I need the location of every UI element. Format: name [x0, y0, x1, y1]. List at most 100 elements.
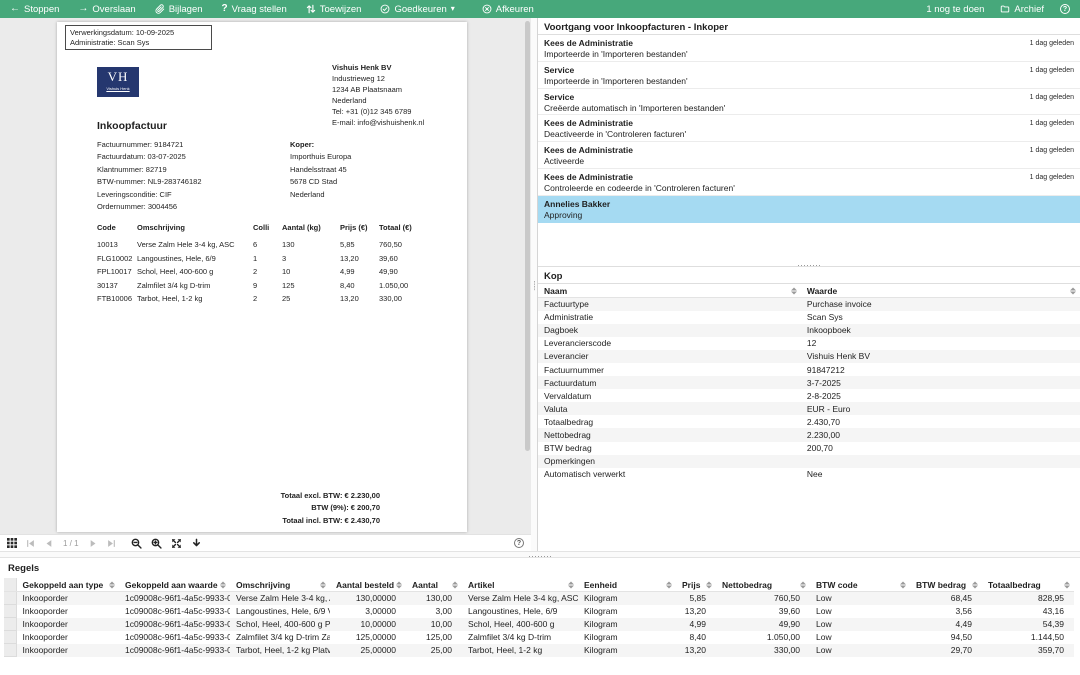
row-selector[interactable] — [4, 644, 16, 657]
zoom-out-icon[interactable] — [131, 538, 142, 549]
kop-section: Kop Naam Waarde Factuurtype Purchase inv… — [538, 266, 1080, 551]
regels-column-header[interactable]: BTW bedrag — [910, 578, 982, 592]
kop-row[interactable]: Factuurtype Purchase invoice — [538, 298, 1080, 311]
scrollbar-thumb[interactable] — [525, 21, 530, 451]
cell-gekoppeld-type: Inkooporder — [16, 644, 119, 657]
sort-icon — [1070, 287, 1076, 294]
overslaan-button[interactable]: Overslaan — [78, 4, 135, 15]
bijlagen-button[interactable]: Bijlagen — [155, 4, 203, 15]
regels-row[interactable]: Inkooporder 1c09008c-96f1-4a5c-9933-019…… — [4, 592, 1074, 605]
kop-row[interactable]: Nettobedrag 2.230,00 — [538, 428, 1080, 441]
cell-aantal: 3,00 — [406, 605, 462, 618]
regels-column-label: BTW bedrag — [916, 580, 966, 590]
archief-button[interactable]: Archief — [1000, 4, 1044, 15]
kop-row[interactable]: Vervaldatum 2-8-2025 — [538, 389, 1080, 402]
regels-row[interactable]: Inkooporder 1c09008c-96f1-4a5c-9933-019…… — [4, 644, 1074, 657]
chevron-down-icon[interactable] — [451, 4, 455, 14]
regels-column-label: Gekoppeld aan waarde — [125, 580, 218, 590]
right-panel: Voortgang voor Inkoopfacturen - Inkoper … — [537, 18, 1080, 551]
cell-artikel: Tarbot, Heel, 1-2 kg — [462, 644, 578, 657]
next-page-icon[interactable] — [89, 539, 98, 548]
supplier-line: Nederland — [332, 95, 424, 106]
regels-row[interactable]: Inkooporder 1c09008c-96f1-4a5c-9933-019…… — [4, 618, 1074, 631]
regels-column-header[interactable]: Gekoppeld aan waarde — [119, 578, 230, 592]
row-selector[interactable] — [4, 618, 16, 631]
regels-column-header[interactable]: Eenheid — [578, 578, 676, 592]
kop-cell-naam: Vervaldatum — [538, 389, 801, 402]
row-selector[interactable] — [4, 592, 16, 605]
cell-btw-code: Low — [810, 592, 910, 605]
cell-totaal: 49,90 — [379, 265, 449, 279]
kop-row[interactable]: Opmerkingen — [538, 455, 1080, 468]
col-prijs: Prijs (€) — [340, 223, 379, 238]
row-selector[interactable] — [4, 605, 16, 618]
toewijzen-button[interactable]: Toewijzen — [306, 4, 362, 15]
cell-gekoppeld-waarde: 1c09008c-96f1-4a5c-9933-019… — [119, 592, 230, 605]
kop-row[interactable]: Leverancierscode 12 — [538, 337, 1080, 350]
kop-row[interactable]: Factuurnummer 91847212 — [538, 363, 1080, 376]
kop-row[interactable]: Totaalbedrag 2.430,70 — [538, 415, 1080, 428]
last-page-icon[interactable] — [107, 539, 116, 548]
first-page-icon[interactable] — [26, 539, 35, 548]
cell-omschrijving: Langoustines, Hele, 6/9 — [137, 252, 253, 266]
regels-column-header[interactable]: BTW code — [810, 578, 910, 592]
todo-count-badge: 1 nog te doen — [926, 4, 984, 15]
verwerkingsdatum-text: Verwerkingsdatum: 10-09-2025 — [70, 28, 207, 38]
cell-btw-code: Low — [810, 631, 910, 644]
paperclip-icon — [155, 4, 165, 14]
stoppen-button[interactable]: Stoppen — [10, 4, 59, 15]
kop-row[interactable]: Administratie Scan Sys — [538, 311, 1080, 324]
goedkeuren-button[interactable]: Goedkeuren — [380, 4, 454, 15]
supplier-lines: Industrieweg 121234 AB PlaatsnaamNederla… — [332, 73, 424, 128]
thumbnails-grid-icon[interactable] — [7, 538, 17, 548]
kop-row[interactable]: Leverancier Vishuis Henk BV — [538, 350, 1080, 363]
activity-entry: 1 dag geleden Kees de Administratie Impo… — [538, 35, 1080, 62]
regels-column-header[interactable]: Nettobedrag — [716, 578, 810, 592]
cell-artikel: Verse Zalm Hele 3-4 kg, ASC — [462, 592, 578, 605]
cell-aantal-besteld: 25,00000 — [330, 644, 406, 657]
cell-gekoppeld-waarde: 1c09008c-96f1-4a5c-9933-019… — [119, 631, 230, 644]
invoice-detail-line: Ordernummer: 3004456 — [97, 201, 202, 213]
fit-to-screen-icon[interactable] — [171, 538, 182, 549]
regels-column-header[interactable]: Prijs — [676, 578, 716, 592]
bijlagen-label: Bijlagen — [169, 4, 203, 15]
regels-column-header[interactable]: Aantal besteld — [330, 578, 406, 592]
afkeuren-button[interactable]: Afkeuren — [482, 4, 534, 15]
regels-row[interactable]: Inkooporder 1c09008c-96f1-4a5c-9933-019…… — [4, 605, 1074, 618]
kop-header-waarde[interactable]: Waarde — [801, 284, 1080, 298]
vraag-stellen-button[interactable]: Vraag stellen — [222, 4, 287, 15]
regels-row[interactable]: Inkooporder 1c09008c-96f1-4a5c-9933-019…… — [4, 631, 1074, 644]
cell-aantal-besteld: 130,00000 — [330, 592, 406, 605]
document-scrollbar — [525, 21, 530, 526]
kop-row[interactable]: BTW bedrag 200,70 — [538, 442, 1080, 455]
cell-gekoppeld-type: Inkooporder — [16, 592, 119, 605]
kop-row[interactable]: Automatisch verwerkt Nee — [538, 468, 1080, 481]
kop-cell-waarde: 2-8-2025 — [801, 389, 1080, 402]
kop-header-naam[interactable]: Naam — [538, 284, 801, 298]
regels-column-header[interactable]: Omschrijving — [230, 578, 330, 592]
zoom-in-icon[interactable] — [151, 538, 162, 549]
help-icon[interactable]: ? — [1060, 4, 1070, 14]
regels-column-header[interactable]: Totaalbedrag — [982, 578, 1074, 592]
invoice-item-row: FTB10006 Tarbot, Heel, 1-2 kg 2 25 13,20… — [97, 292, 449, 306]
kop-row[interactable]: Factuurdatum 3-7-2025 — [538, 376, 1080, 389]
regels-column-header[interactable]: Gekoppeld aan type — [16, 578, 119, 592]
viewer-help-icon[interactable]: ? — [514, 538, 524, 548]
cell-btw-bedrag: 3,56 — [910, 605, 982, 618]
row-selector[interactable] — [4, 631, 16, 644]
previous-page-icon[interactable] — [44, 539, 53, 548]
kop-row[interactable]: Dagboek Inkoopboek — [538, 324, 1080, 337]
buyer-line: Handelsstraat 45 — [290, 164, 351, 176]
sort-icon — [320, 581, 326, 588]
panel-splitter-horizontal[interactable] — [0, 551, 1080, 558]
sort-icon — [452, 581, 458, 588]
kop-cell-naam: Automatisch verwerkt — [538, 468, 801, 481]
activity-user: Service — [544, 65, 1074, 76]
regels-column-header[interactable]: Aantal — [406, 578, 462, 592]
download-icon[interactable] — [191, 538, 202, 549]
logo-initials: VH — [97, 67, 139, 86]
cell-prijs: 4,99 — [340, 265, 379, 279]
kop-row[interactable]: Valuta EUR - Euro — [538, 402, 1080, 415]
regels-column-header[interactable]: Artikel — [462, 578, 578, 592]
cell-aantal-besteld: 10,00000 — [330, 618, 406, 631]
